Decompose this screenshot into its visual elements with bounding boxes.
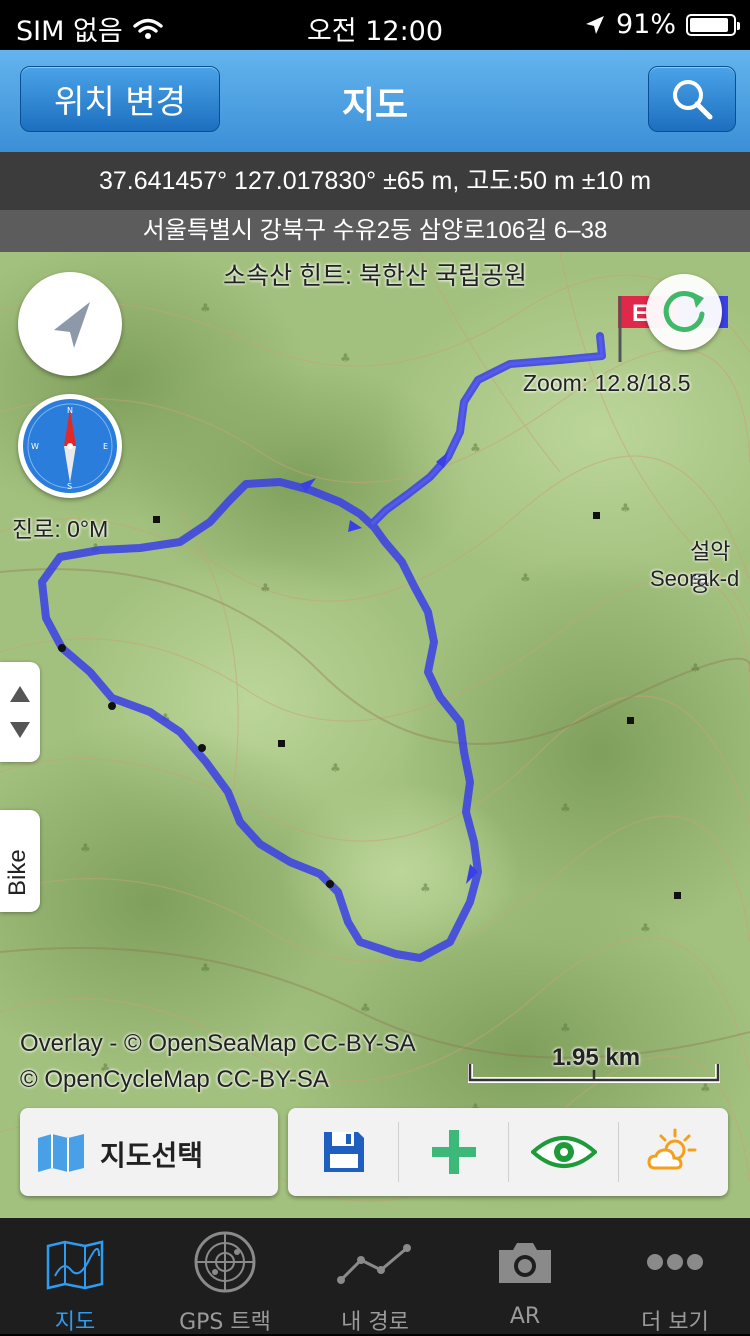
place-label-en: Seorak-d: [650, 566, 740, 591]
search-icon: [673, 80, 713, 120]
refresh-button[interactable]: [646, 274, 722, 350]
tab-bar: 지도 GPS 트랙 내 경로 AR 더 보기: [0, 1218, 750, 1335]
add-button[interactable]: [399, 1108, 509, 1196]
tab-label: AR: [509, 1304, 541, 1329]
coordinates-bar: 37.641457° 127.017830° ±65 m, 고도:50 m ±1…: [0, 152, 750, 210]
map-icon: [38, 1134, 84, 1172]
map-tools-bar: [288, 1108, 728, 1196]
svg-text:E: E: [103, 442, 108, 451]
bike-tab[interactable]: Bike: [0, 810, 40, 912]
map-view[interactable]: ♣♣♣ ♣♣♣ ♣♣♣ ♣♣♣ ♣♣♣ ♣♣♣ ♣♣♣: [0, 252, 750, 1218]
battery-percent: 91%: [615, 9, 676, 40]
bike-tab-label: Bike: [4, 849, 31, 896]
locate-button[interactable]: [18, 272, 122, 376]
weather-icon: [647, 1128, 697, 1170]
status-bar: SIM 없음 오전 12:00 91%: [0, 0, 750, 50]
map-select-button[interactable]: 지도선택: [20, 1108, 278, 1196]
radar-icon: [194, 1231, 256, 1293]
scale-ruler: [468, 1064, 720, 1083]
zoom-label: Zoom: 12.8/18.5: [523, 370, 691, 396]
tab-map[interactable]: 지도: [0, 1218, 150, 1335]
plus-icon: [432, 1130, 476, 1174]
refresh-icon: [663, 291, 705, 332]
more-icon: [647, 1254, 703, 1270]
svg-text:W: W: [31, 442, 39, 451]
location-arrow-icon: [585, 15, 604, 34]
scale-bar: 1.95 km: [468, 1044, 720, 1084]
map-select-label: 지도선택: [100, 1139, 204, 1172]
svg-text:N: N: [67, 406, 73, 415]
zoom-toggle-tab[interactable]: [0, 662, 40, 762]
up-down-arrows-icon: [10, 686, 30, 738]
tab-ar[interactable]: AR: [450, 1218, 600, 1334]
search-button[interactable]: [648, 66, 736, 132]
attribution-line-1: Overlay - © OpenSeaMap CC-BY-SA: [20, 1030, 416, 1057]
address-text: 서울특별시 강북구 수유2동 삼양로106길 6–38: [142, 217, 608, 244]
coordinates-text: 37.641457° 127.017830° ±65 m, 고도:50 m ±1…: [98, 167, 652, 195]
tab-label: 더 보기: [641, 1310, 709, 1335]
eye-icon: [531, 1136, 597, 1168]
address-bar: 서울특별시 강북구 수유2동 삼양로106길 6–38: [0, 210, 750, 252]
page-title: 지도: [341, 85, 409, 126]
svg-text:S: S: [67, 482, 72, 491]
tab-label: 지도: [54, 1310, 96, 1335]
save-button[interactable]: [288, 1108, 398, 1196]
battery-icon: [686, 13, 740, 36]
tab-gps-track[interactable]: GPS 트랙: [150, 1218, 300, 1335]
visibility-button[interactable]: [509, 1108, 619, 1196]
tab-more[interactable]: 더 보기: [600, 1218, 750, 1335]
compass-button[interactable]: N S E W: [18, 394, 122, 498]
tab-label: 내 경로: [341, 1310, 409, 1335]
attribution-line-2: © OpenCycleMap CC-BY-SA: [20, 1066, 329, 1093]
weather-button[interactable]: [619, 1108, 728, 1196]
nav-bar: 위치 변경 지도: [0, 50, 750, 152]
route-icon: [337, 1244, 411, 1284]
heading-label: 진로: 0°M: [12, 516, 109, 542]
compass-icon: N S E W: [27, 403, 113, 491]
save-icon: [324, 1132, 364, 1172]
camera-icon: [499, 1243, 551, 1283]
navigation-arrow-icon: [54, 302, 90, 348]
tab-label: GPS 트랙: [179, 1310, 271, 1335]
map-icon: [46, 1240, 104, 1290]
tab-my-routes[interactable]: 내 경로: [300, 1218, 450, 1335]
